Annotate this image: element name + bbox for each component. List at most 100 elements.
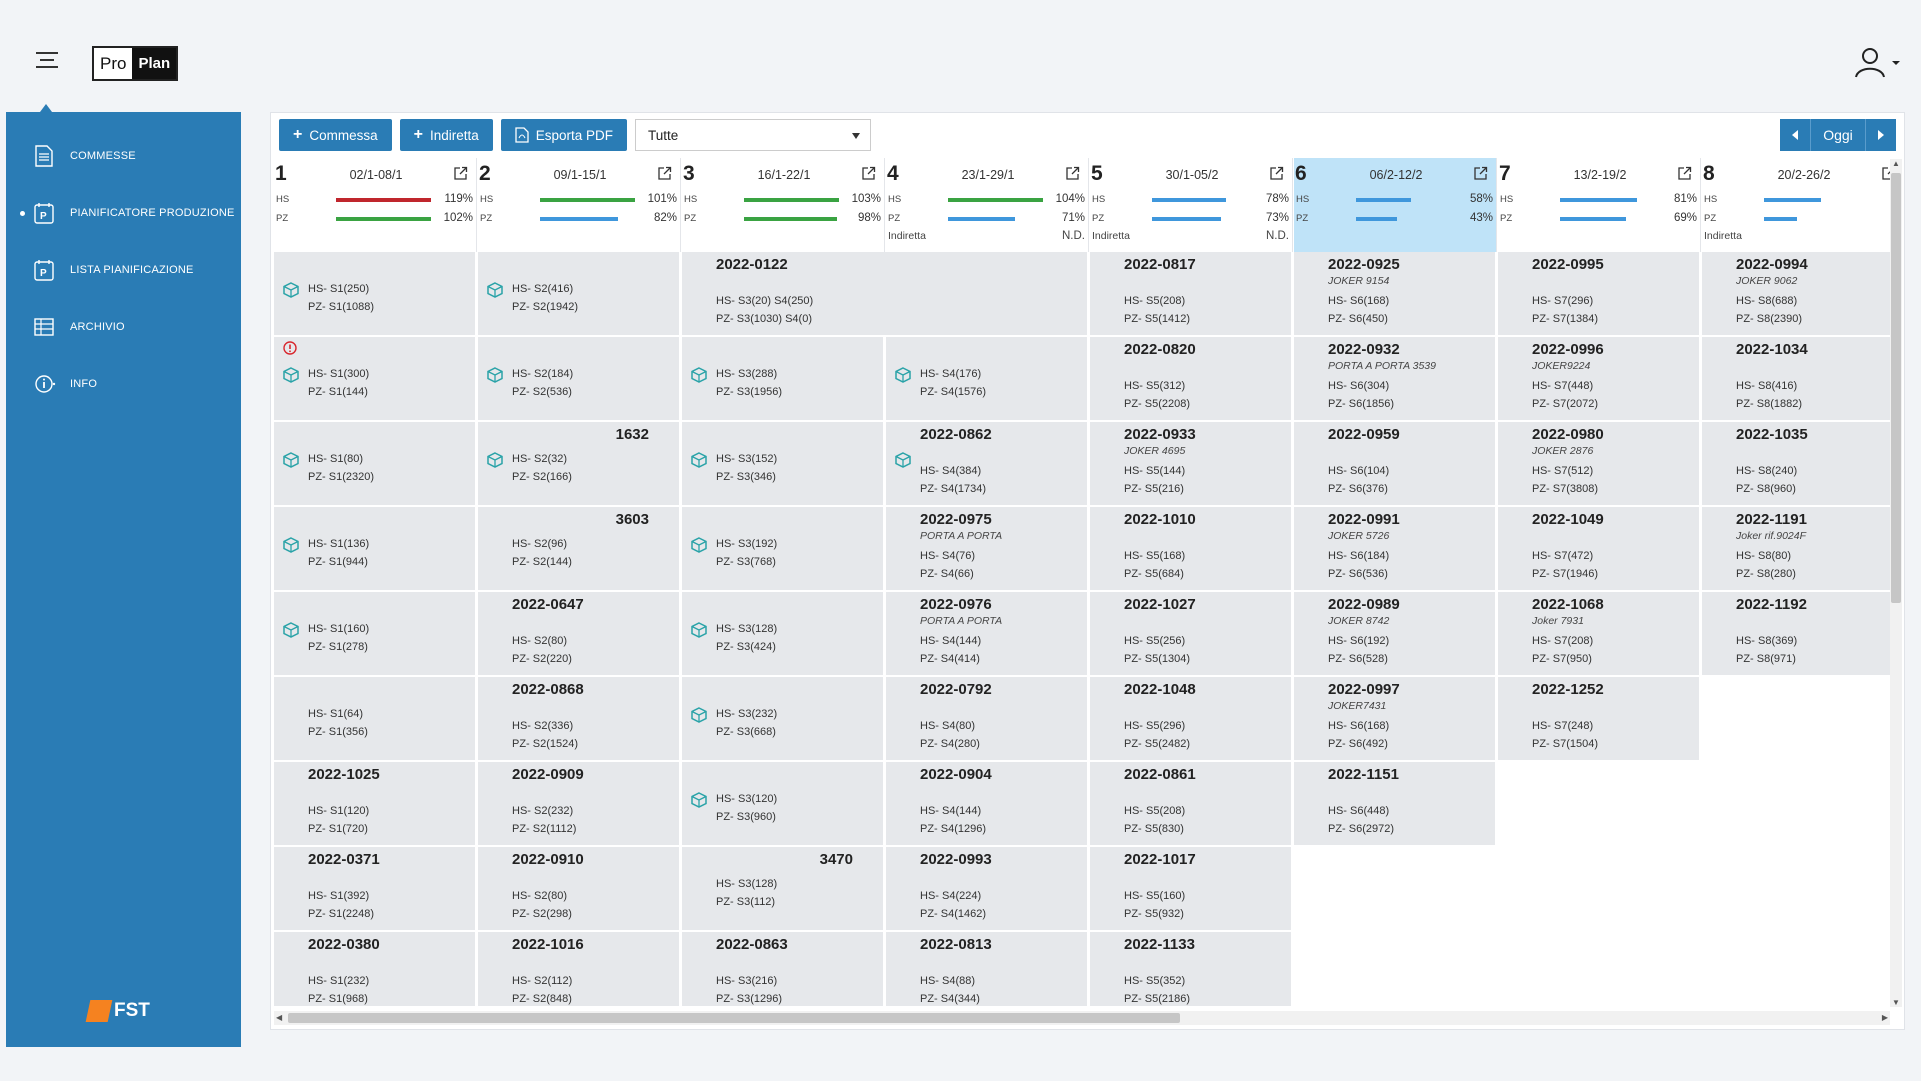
- planning-card[interactable]: 2022-0122 HS- S3(20) S4(250) PZ- S3(1030) …: [682, 252, 1087, 335]
- open-external-icon[interactable]: [861, 166, 876, 186]
- scroll-left-icon[interactable]: ◀: [276, 1013, 282, 1022]
- planning-card[interactable]: 2022-0932 PORTA A PORTA 3539 HS- S6(304) PZ…: [1294, 337, 1495, 420]
- planning-card[interactable]: 2022-0995 HS- S7(296) PZ- S7(1384): [1498, 252, 1699, 335]
- planning-card[interactable]: HS- S1(136) PZ- S1(944): [274, 507, 475, 590]
- planning-card[interactable]: 2022-1017 HS- S5(160) PZ- S5(932): [1090, 847, 1291, 930]
- open-external-icon[interactable]: [1269, 166, 1284, 186]
- open-external-icon[interactable]: [657, 166, 672, 186]
- open-external-icon[interactable]: [1881, 166, 1890, 186]
- planning-card[interactable]: 2022-0868 HS- S2(336) PZ- S2(1524): [478, 677, 679, 760]
- planning-card[interactable]: HS- S3(192) PZ- S3(768): [682, 507, 883, 590]
- sidebar-item-pianificatore[interactable]: P PIANIFICATORE PRODUZIONE: [6, 193, 241, 233]
- planning-card[interactable]: HS- S1(250) PZ- S1(1088): [274, 252, 475, 335]
- planning-card[interactable]: HS- S3(288) PZ- S3(1956): [682, 337, 883, 420]
- vertical-scrollbar[interactable]: ▲ ▼: [1890, 159, 1902, 1007]
- planning-card[interactable]: 2022-0996 JOKER9224 HS- S7(448) PZ- S7(2072…: [1498, 337, 1699, 420]
- sidebar-item-lista[interactable]: P LISTA PIANIFICAZIONE: [6, 250, 241, 290]
- planning-card[interactable]: 2022-1252 HS- S7(248) PZ- S7(1504): [1498, 677, 1699, 760]
- scroll-up-icon[interactable]: ▲: [1892, 159, 1900, 168]
- planning-card[interactable]: 2022-0975 PORTA A PORTA HS- S4(76) PZ- S4(6…: [886, 507, 1087, 590]
- export-pdf-button[interactable]: Esporta PDF: [500, 119, 628, 151]
- planning-card[interactable]: 2022-1049 HS- S7(472) PZ- S7(1946): [1498, 507, 1699, 590]
- hs-value: HS- S6(168): [1328, 720, 1390, 732]
- planning-card[interactable]: 2022-0976 PORTA A PORTA HS- S4(144) PZ- S4(…: [886, 592, 1087, 675]
- planning-card[interactable]: HS- S4(176) PZ- S4(1576): [886, 337, 1087, 420]
- planning-card[interactable]: 2022-1133 HS- S5(352) PZ- S5(2186): [1090, 932, 1291, 1006]
- open-external-icon[interactable]: [453, 166, 468, 186]
- planning-card[interactable]: 3470 HS- S3(128) PZ- S3(112): [682, 847, 883, 930]
- hs-value: HS- S8(369): [1736, 635, 1798, 647]
- planning-card[interactable]: 2022-0371 HS- S1(392) PZ- S1(2248): [274, 847, 475, 930]
- planning-card[interactable]: 2022-0994 JOKER 9062 HS- S8(688) PZ- S8(239…: [1702, 252, 1890, 335]
- scroll-right-icon[interactable]: ▶: [1882, 1013, 1888, 1022]
- prev-week-button[interactable]: [1780, 119, 1810, 151]
- hs-value: HS- S7(208): [1532, 635, 1594, 647]
- planning-card[interactable]: 2022-0380 HS- S1(232) PZ- S1(968): [274, 932, 475, 1006]
- planning-card[interactable]: HS- S3(232) PZ- S3(668): [682, 677, 883, 760]
- planning-card[interactable]: 2022-0997 JOKER7431 HS- S6(168) PZ- S6(492): [1294, 677, 1495, 760]
- open-external-icon[interactable]: [1677, 166, 1692, 186]
- warning-icon[interactable]: [283, 341, 297, 360]
- add-indiretta-button[interactable]: + Indiretta: [399, 119, 493, 151]
- planning-card[interactable]: 2022-0792 HS- S4(80) PZ- S4(280): [886, 677, 1087, 760]
- planning-card[interactable]: 2022-1151 HS- S6(448) PZ- S6(2972): [1294, 762, 1495, 845]
- planning-card[interactable]: HS- S1(80) PZ- S1(2320): [274, 422, 475, 505]
- planning-card[interactable]: 2022-1035 HS- S8(240) PZ- S8(960): [1702, 422, 1890, 505]
- pz-value: PZ- S3(668): [716, 726, 776, 738]
- planning-card[interactable]: 2022-0989 JOKER 8742 HS- S6(192) PZ- S6(528…: [1294, 592, 1495, 675]
- planning-card[interactable]: 2022-1016 HS- S2(112) PZ- S2(848): [478, 932, 679, 1006]
- planning-card[interactable]: 2022-0991 JOKER 5726 HS- S6(184) PZ- S6(536…: [1294, 507, 1495, 590]
- planning-card[interactable]: 2022-0910 HS- S2(80) PZ- S2(298): [478, 847, 679, 930]
- planning-card[interactable]: HS- S1(64) PZ- S1(356): [274, 677, 475, 760]
- horizontal-scrollbar[interactable]: ◀ ▶: [274, 1011, 1890, 1025]
- sidebar-item-info[interactable]: INFO: [6, 364, 241, 404]
- planning-card[interactable]: 2022-0925 JOKER 9154 HS- S6(168) PZ- S6(450…: [1294, 252, 1495, 335]
- planning-card[interactable]: 2022-1034 HS- S8(416) PZ- S8(1882): [1702, 337, 1890, 420]
- planning-card[interactable]: 3603 HS- S2(96) PZ- S2(144): [478, 507, 679, 590]
- planning-card[interactable]: 2022-0980 JOKER 2876 HS- S7(512) PZ- S7(380…: [1498, 422, 1699, 505]
- sidebar-item-commesse[interactable]: COMMESSE: [6, 136, 241, 176]
- scroll-down-icon[interactable]: ▼: [1892, 998, 1900, 1007]
- planning-card[interactable]: 2022-1025 HS- S1(120) PZ- S1(720): [274, 762, 475, 845]
- planning-card[interactable]: HS- S2(416) PZ- S2(1942): [478, 252, 679, 335]
- hs-value: HS- S6(168): [1328, 295, 1390, 307]
- planning-card[interactable]: 2022-1192 HS- S8(369) PZ- S8(971): [1702, 592, 1890, 675]
- horizontal-scrollbar-thumb[interactable]: [288, 1013, 1180, 1023]
- open-external-icon[interactable]: [1473, 166, 1488, 186]
- sidebar-item-archivio[interactable]: ARCHIVIO: [6, 307, 241, 347]
- planning-card[interactable]: 2022-0904 HS- S4(144) PZ- S4(1296): [886, 762, 1087, 845]
- order-code: 2022-1027: [1124, 596, 1196, 613]
- planning-card[interactable]: 2022-1191 Joker rif.9024F HS- S8(80) PZ- S8…: [1702, 507, 1890, 590]
- planning-card[interactable]: 2022-1068 Joker 7931 HS- S7(208) PZ- S7(950…: [1498, 592, 1699, 675]
- planning-card[interactable]: HS- S3(152) PZ- S3(346): [682, 422, 883, 505]
- filter-select[interactable]: Tutte: [635, 119, 872, 151]
- next-week-button[interactable]: [1866, 119, 1896, 151]
- open-external-icon[interactable]: [1065, 166, 1080, 186]
- menu-toggle-icon[interactable]: [36, 52, 58, 70]
- planning-card[interactable]: 2022-0993 HS- S4(224) PZ- S4(1462): [886, 847, 1087, 930]
- planning-card[interactable]: HS- S1(300) PZ- S1(144): [274, 337, 475, 420]
- planning-card[interactable]: HS- S2(184) PZ- S2(536): [478, 337, 679, 420]
- planning-card[interactable]: 2022-1027 HS- S5(256) PZ- S5(1304): [1090, 592, 1291, 675]
- vertical-scrollbar-thumb[interactable]: [1891, 173, 1901, 603]
- planning-card[interactable]: 2022-0862 HS- S4(384) PZ- S4(1734): [886, 422, 1087, 505]
- add-commessa-button[interactable]: + Commessa: [279, 119, 392, 151]
- planning-card[interactable]: 2022-0820 HS- S5(312) PZ- S5(2208): [1090, 337, 1291, 420]
- planning-card[interactable]: 2022-0863 HS- S3(216) PZ- S3(1296): [682, 932, 883, 1006]
- planning-card[interactable]: HS- S3(120) PZ- S3(960): [682, 762, 883, 845]
- planning-card[interactable]: 2022-0959 HS- S6(104) PZ- S6(376): [1294, 422, 1495, 505]
- planning-card[interactable]: 2022-0861 HS- S5(208) PZ- S5(830): [1090, 762, 1291, 845]
- planning-card[interactable]: HS- S1(160) PZ- S1(278): [274, 592, 475, 675]
- planning-card[interactable]: 2022-0647 HS- S2(80) PZ- S2(220): [478, 592, 679, 675]
- planning-card[interactable]: 2022-0933 JOKER 4695 HS- S5(144) PZ- S5(216…: [1090, 422, 1291, 505]
- app-logo[interactable]: Pro Plan: [92, 46, 179, 81]
- planning-card[interactable]: HS- S3(128) PZ- S3(424): [682, 592, 883, 675]
- user-menu[interactable]: [1852, 46, 1902, 78]
- planning-card[interactable]: 2022-1010 HS- S5(168) PZ- S5(684): [1090, 507, 1291, 590]
- planning-card[interactable]: 2022-1048 HS- S5(296) PZ- S5(2482): [1090, 677, 1291, 760]
- planning-card[interactable]: 1632 HS- S2(32) PZ- S2(166): [478, 422, 679, 505]
- planning-card[interactable]: 2022-0817 HS- S5(208) PZ- S5(1412): [1090, 252, 1291, 335]
- planning-card[interactable]: 2022-0813 HS- S4(88) PZ- S4(344): [886, 932, 1087, 1006]
- planning-card[interactable]: 2022-0909 HS- S2(232) PZ- S2(1112): [478, 762, 679, 845]
- today-button[interactable]: Oggi: [1810, 119, 1866, 151]
